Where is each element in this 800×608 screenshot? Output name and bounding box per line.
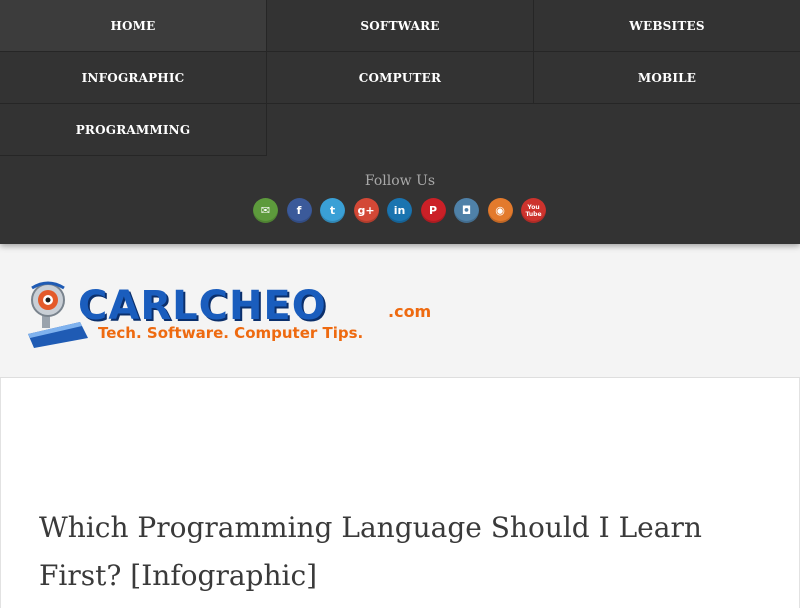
rss-icon[interactable]: ◉ (487, 198, 513, 223)
linkedin-icon[interactable]: in (387, 198, 412, 223)
logo-wordmark: CARLCHEO (78, 283, 327, 329)
main-content: Which Programming Language Should I Lear… (0, 378, 800, 608)
nav-item-software[interactable]: SOFTWARE (267, 0, 534, 52)
pinterest-icon[interactable]: P (420, 198, 446, 223)
post-title[interactable]: Which Programming Language Should I Lear… (39, 504, 779, 600)
nav-item-programming[interactable]: PROGRAMMING (0, 104, 267, 156)
top-bar: HOME SOFTWARE WEBSITES INFOGRAPHIC COMPU… (0, 0, 800, 244)
nav-item-websites[interactable]: WEBSITES (534, 0, 800, 52)
nav-item-home[interactable]: HOME (0, 0, 267, 52)
logo-tagline: Tech. Software. Computer Tips. (98, 324, 364, 342)
youtube-icon[interactable]: You Tube (521, 198, 546, 223)
main-nav: HOME SOFTWARE WEBSITES INFOGRAPHIC COMPU… (0, 0, 800, 156)
logo-dotcom: .com (388, 302, 432, 321)
site-header: CARLCHEO .com Tech. Software. Computer T… (0, 244, 800, 378)
facebook-icon[interactable]: f (286, 198, 312, 223)
google-plus-icon[interactable]: g+ (353, 198, 379, 223)
social-icons: ✉ f t g+ in P ◘ ◉ You Tube (253, 198, 553, 224)
nav-item-infographic[interactable]: INFOGRAPHIC (0, 52, 267, 104)
email-icon[interactable]: ✉ (253, 198, 278, 223)
nav-item-computer[interactable]: COMPUTER (267, 52, 534, 104)
instagram-icon[interactable]: ◘ (454, 198, 479, 223)
nav-item-mobile[interactable]: MOBILE (534, 52, 800, 104)
follow-us-label: Follow Us (364, 173, 436, 189)
twitter-icon[interactable]: t (320, 198, 345, 223)
